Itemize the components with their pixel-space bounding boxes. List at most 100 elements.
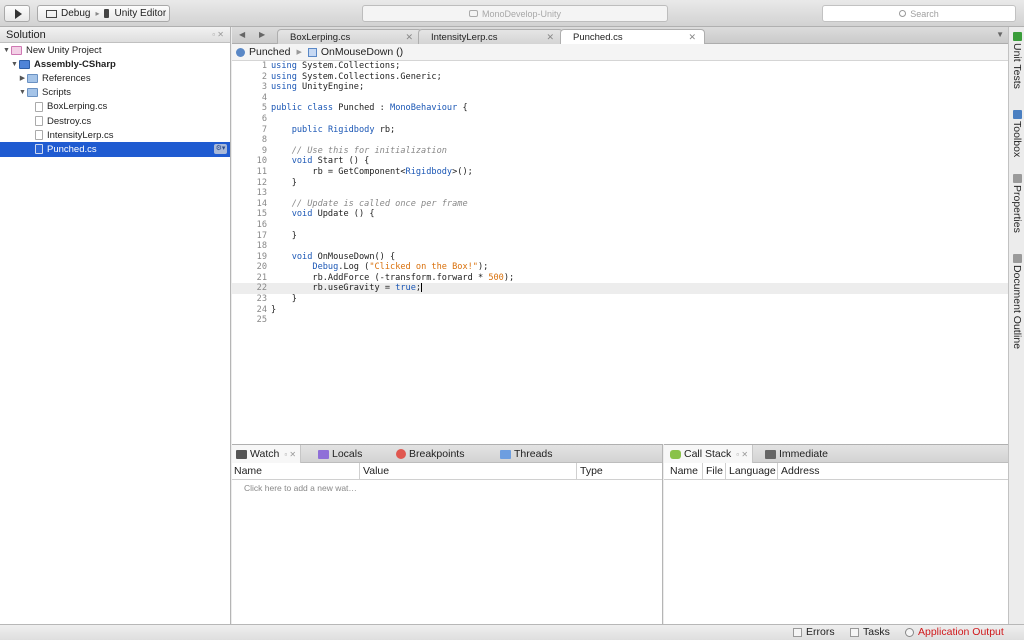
- line-number: 20: [256, 262, 267, 273]
- watch-column-headers: Name Value Type: [232, 463, 662, 480]
- code-line[interactable]: 4: [232, 93, 1008, 104]
- code-line[interactable]: 23 }: [232, 294, 1008, 305]
- code-line[interactable]: 10 void Start () {: [232, 156, 1008, 167]
- expand-arrow-icon[interactable]: ▼: [10, 61, 19, 68]
- close-icon[interactable]: ✕: [688, 32, 696, 43]
- column-name[interactable]: Name: [234, 465, 262, 477]
- tab-overflow-icon[interactable]: ▼: [996, 30, 1004, 39]
- column-name[interactable]: Name: [670, 465, 698, 477]
- code-line[interactable]: 1 using System.Collections;: [232, 61, 1008, 72]
- code-line[interactable]: 9 // Use this for initialization: [232, 146, 1008, 157]
- code-line[interactable]: 25: [232, 315, 1008, 326]
- tab-punched[interactable]: Punched.cs ✕: [560, 29, 705, 45]
- column-divider[interactable]: [576, 463, 577, 480]
- tab-immediate[interactable]: Immediate: [765, 445, 828, 463]
- close-icon[interactable]: ✕: [405, 32, 413, 43]
- code-line[interactable]: 2 using System.Collections.Generic;: [232, 72, 1008, 83]
- tree-item[interactable]: BoxLerping.cs: [0, 100, 230, 114]
- tree-item[interactable]: ▼ Scripts: [0, 86, 230, 100]
- code-token: OnMouseDown() {: [312, 251, 396, 262]
- watch-pad-tabs: Watch ▫ ✕ Locals Breakpoints Threads: [232, 445, 662, 463]
- nav-back-icon[interactable]: ◀: [239, 30, 245, 39]
- dock-item-unit-tests[interactable]: Unit Tests: [1009, 32, 1024, 89]
- tab-locals[interactable]: Locals: [318, 445, 362, 463]
- tab-boxlerping[interactable]: BoxLerping.cs ✕: [277, 29, 422, 44]
- code-line[interactable]: 11 rb = GetComponent<Rigidbody>();: [232, 167, 1008, 178]
- expand-arrow-icon[interactable]: ▼: [18, 89, 27, 96]
- configuration-selector[interactable]: Debug ▸ Unity Editor: [37, 5, 170, 22]
- column-divider[interactable]: [359, 463, 360, 480]
- solution-tree: ▼ New Unity Project ▼ Assembly-CSharp ▶ Refer…: [0, 43, 230, 157]
- path-method[interactable]: OnMouseDown (): [321, 46, 403, 58]
- errors-label: Errors: [806, 626, 835, 638]
- pad-controls[interactable]: ▫ ✕: [736, 450, 748, 459]
- dock-item-document-outline[interactable]: Document Outline: [1009, 254, 1024, 349]
- code-line[interactable]: 18: [232, 241, 1008, 252]
- outline-icon: [1012, 254, 1022, 263]
- collapse-arrow-icon[interactable]: ▶: [18, 74, 27, 82]
- tree-item[interactable]: ▼ New Unity Project: [0, 43, 230, 57]
- code-line[interactable]: 3 using UnityEngine;: [232, 82, 1008, 93]
- path-class[interactable]: Punched: [249, 46, 290, 58]
- code-line[interactable]: 5 public class Punched : MonoBehaviour {: [232, 103, 1008, 114]
- line-number: 19: [256, 251, 267, 262]
- tab-breakpoints[interactable]: Breakpoints: [396, 445, 464, 463]
- code-line[interactable]: 15 void Update () {: [232, 209, 1008, 220]
- run-button[interactable]: [4, 5, 30, 22]
- column-value[interactable]: Value: [363, 465, 389, 477]
- add-watch-hint[interactable]: Click here to add a new wat…: [244, 483, 357, 493]
- dock-item-properties[interactable]: Properties: [1009, 174, 1024, 233]
- column-language[interactable]: Language: [729, 465, 776, 477]
- code-line[interactable]: 14 // Update is called once per frame: [232, 199, 1008, 210]
- application-output-button[interactable]: Application Output: [905, 626, 1004, 638]
- close-icon[interactable]: ✕: [546, 32, 554, 43]
- tab-callstack[interactable]: Call Stack ▫ ✕: [664, 445, 754, 463]
- pad-controls[interactable]: ▫ ✕: [284, 450, 296, 459]
- line-number: 6: [261, 113, 267, 124]
- column-type[interactable]: Type: [580, 465, 603, 477]
- tab-intensitylerp[interactable]: IntensityLerp.cs ✕: [418, 29, 563, 44]
- code-line[interactable]: 6: [232, 114, 1008, 125]
- code-line[interactable]: 8: [232, 135, 1008, 146]
- column-address[interactable]: Address: [781, 465, 820, 477]
- line-number: 8: [261, 135, 267, 146]
- search-input[interactable]: Search: [822, 5, 1016, 22]
- code-line[interactable]: 22 rb.useGravity = true;: [232, 283, 1008, 295]
- code-token: >();: [452, 166, 473, 177]
- tree-item[interactable]: ▼ Assembly-CSharp: [0, 57, 230, 71]
- tasks-button[interactable]: Tasks: [850, 626, 890, 638]
- dock-item-toolbox[interactable]: Toolbox: [1009, 110, 1024, 157]
- dock-label: Document Outline: [1011, 265, 1023, 350]
- column-file[interactable]: File: [706, 465, 723, 477]
- code-line[interactable]: 24}: [232, 305, 1008, 316]
- tab-label: Locals: [332, 448, 363, 460]
- expand-arrow-icon[interactable]: ▼: [2, 47, 11, 54]
- line-number: 18: [256, 241, 267, 252]
- code-line[interactable]: 12 }: [232, 178, 1008, 189]
- tree-item[interactable]: Destroy.cs: [0, 114, 230, 128]
- code-line[interactable]: 20 Debug.Log ("Clicked on the Box!");: [232, 262, 1008, 273]
- code-line[interactable]: 17 }: [232, 231, 1008, 242]
- code-line[interactable]: 21 rb.AddForce (-transform.forward * 500…: [232, 273, 1008, 284]
- code-line[interactable]: 7 public Rigidbody rb;: [232, 125, 1008, 136]
- tab-watch[interactable]: Watch ▫ ✕: [232, 445, 302, 463]
- column-divider[interactable]: [777, 463, 778, 480]
- code-editor[interactable]: 1 using System.Collections; 2 using System.…: [232, 61, 1008, 444]
- code-line[interactable]: 16: [232, 220, 1008, 231]
- column-divider[interactable]: [725, 463, 726, 480]
- gear-icon[interactable]: ⚙▾: [214, 144, 227, 155]
- tree-item[interactable]: IntensityLerp.cs: [0, 128, 230, 142]
- nav-forward-icon[interactable]: ▶: [259, 30, 265, 39]
- code-line[interactable]: 13: [232, 188, 1008, 199]
- code-line[interactable]: 19 void OnMouseDown() {: [232, 252, 1008, 263]
- tree-item[interactable]: ▶ References: [0, 71, 230, 85]
- code-token: rb.AddForce (-transform.forward *: [271, 272, 489, 283]
- project-icon: [11, 45, 22, 55]
- text-caret: [421, 283, 423, 293]
- errors-button[interactable]: Errors: [793, 626, 835, 638]
- pad-controls[interactable]: ▫ ✕: [212, 30, 224, 39]
- folder-icon: [27, 88, 38, 98]
- tree-item[interactable]: Punched.cs ⚙▾: [0, 142, 230, 157]
- column-divider[interactable]: [702, 463, 703, 480]
- tab-threads[interactable]: Threads: [500, 445, 553, 463]
